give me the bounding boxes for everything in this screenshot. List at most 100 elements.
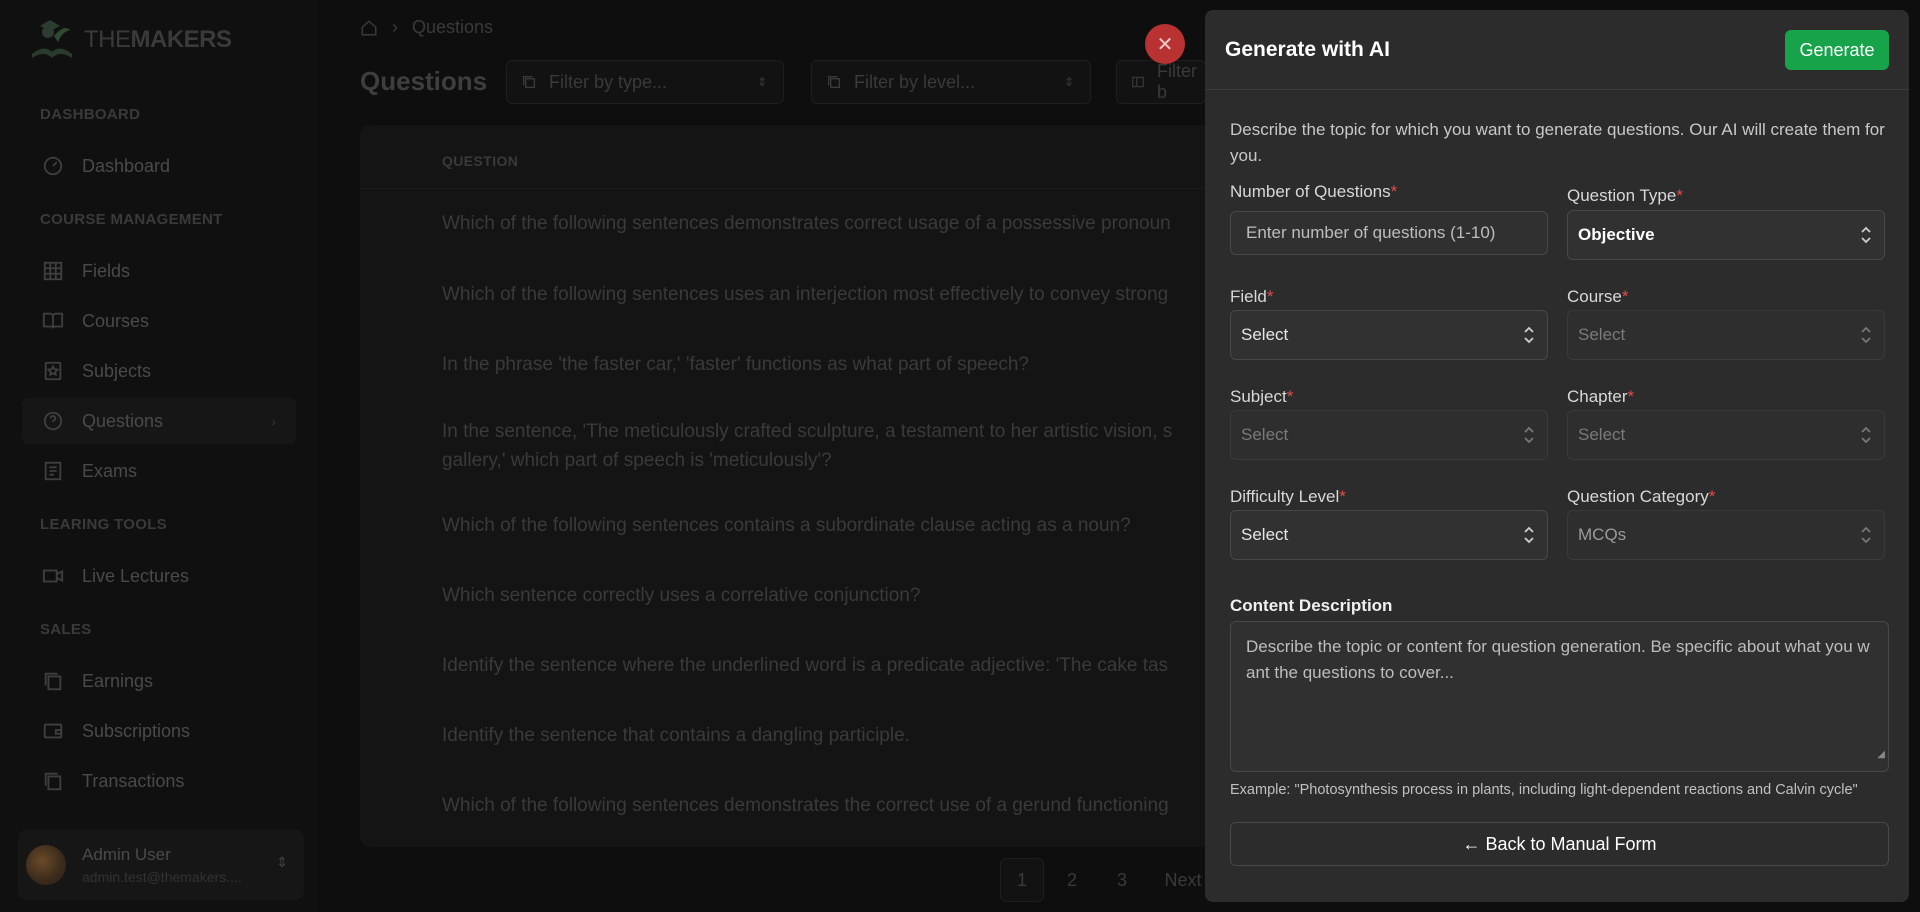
back-to-manual-form-button[interactable]: ← Back to Manual Form (1230, 822, 1889, 866)
sidebar-item-exams[interactable]: Exams (22, 448, 296, 494)
category-label: Question Category* (1567, 487, 1716, 506)
panel-header: Generate with AI Generate (1205, 10, 1909, 90)
course-select[interactable]: Select (1567, 310, 1885, 360)
home-icon[interactable] (360, 19, 378, 37)
chapter-label: Chapter* (1567, 387, 1635, 406)
section-learning-tools: LEARING TOOLS (40, 516, 167, 533)
sidebar: THEMAKERS DASHBOARD Dashboard COURSE MAN… (0, 0, 318, 912)
breadcrumb-current[interactable]: Questions (412, 17, 493, 38)
section-dashboard: DASHBOARD (40, 106, 141, 123)
content-description-placeholder: Describe the topic or content for questi… (1246, 637, 1870, 682)
page-title: Questions (360, 66, 488, 96)
subject-select[interactable]: Select (1230, 410, 1548, 460)
user-email: admin.test@themakers.... (82, 869, 242, 885)
sidebar-item-label: Courses (82, 310, 150, 331)
video-icon (42, 569, 64, 583)
page-button-1[interactable]: 1 (1000, 858, 1044, 902)
user-name: Admin User (82, 845, 171, 864)
filter-type-select[interactable]: Filter by type... ⇕ (506, 60, 784, 104)
sidebar-item-dashboard[interactable]: Dashboard (22, 143, 296, 189)
chevron-up-down-icon: ⇕ (756, 75, 767, 89)
sidebar-item-label: Dashboard (82, 155, 171, 176)
generate-ai-panel: Generate with AI Generate Describe the t… (1205, 10, 1909, 902)
sidebar-item-label: Questions (82, 410, 164, 431)
chapter-select[interactable]: Select (1567, 410, 1885, 460)
chevron-up-down-icon (1860, 525, 1872, 545)
sidebar-item-fields[interactable]: Fields (22, 248, 296, 294)
sidebar-item-questions[interactable]: Questions › (22, 398, 296, 444)
user-menu[interactable]: Admin User admin.test@themakers.... ⇕ (18, 830, 304, 900)
page-button-3[interactable]: 3 (1100, 858, 1144, 902)
chevron-up-down-icon (1523, 525, 1535, 545)
example-hint: Example: "Photosynthesis process in plan… (1230, 782, 1858, 798)
filter-type-placeholder: Filter by type... (549, 71, 668, 92)
field-select[interactable]: Select (1230, 310, 1548, 360)
field-value: Select (1241, 325, 1289, 344)
gauge-icon (43, 156, 63, 176)
num-questions-placeholder: Enter number of questions (1-10) (1246, 223, 1496, 242)
chevron-up-down-icon (1523, 425, 1535, 445)
content-description-textarea[interactable]: Describe the topic or content for questi… (1230, 621, 1889, 772)
layers-icon (828, 76, 840, 88)
next-page-button[interactable]: Next (1160, 858, 1206, 902)
subject-label: Subject* (1230, 387, 1294, 406)
section-course-management: COURSE MANAGEMENT (40, 211, 223, 228)
course-label: Course* (1567, 287, 1629, 306)
panel-title: Generate with AI (1225, 38, 1390, 61)
category-select[interactable]: MCQs (1567, 510, 1885, 560)
sidebar-item-label: Fields (82, 260, 131, 281)
section-sales: SALES (40, 621, 92, 638)
sidebar-item-earnings[interactable]: Earnings (22, 658, 296, 704)
difficulty-select[interactable]: Select (1230, 510, 1548, 560)
book-open-icon (42, 312, 64, 329)
sidebar-item-label: Live Lectures (82, 565, 190, 586)
resize-handle-icon[interactable]: ◢ (1877, 742, 1885, 768)
logo-icon (32, 20, 72, 58)
grid-icon (43, 261, 63, 281)
chapter-value: Select (1578, 425, 1626, 444)
sidebar-item-subscriptions[interactable]: Subscriptions (22, 708, 296, 754)
brand-name: THEMAKERS (84, 26, 232, 53)
filter-level-placeholder: Filter by level... (854, 71, 976, 92)
filter-level-select[interactable]: Filter by level... ⇕ (811, 60, 1091, 104)
columns-icon (1132, 76, 1144, 88)
column-header-question[interactable]: QUESTION (442, 153, 518, 169)
chevron-up-down-icon: ⇕ (276, 854, 288, 870)
difficulty-value: Select (1241, 525, 1289, 544)
num-questions-label: Number of Questions* (1230, 182, 1398, 201)
bookmark-icon (44, 361, 62, 381)
course-value: Select (1578, 325, 1626, 344)
sidebar-item-live-lectures[interactable]: Live Lectures (22, 553, 296, 599)
layers-icon (523, 76, 535, 88)
chevron-up-down-icon (1860, 225, 1872, 245)
sidebar-item-label: Exams (82, 460, 138, 481)
chevron-up-down-icon (1523, 325, 1535, 345)
avatar (26, 845, 66, 885)
breadcrumb: › Questions (360, 17, 493, 38)
sidebar-item-label: Subjects (82, 360, 152, 381)
question-type-select[interactable]: Objective (1567, 210, 1885, 260)
question-type-value: Objective (1578, 225, 1655, 244)
chevron-up-down-icon: ⇕ (1063, 75, 1074, 89)
num-questions-input[interactable]: Enter number of questions (1-10) (1230, 211, 1548, 255)
chevron-up-down-icon (1860, 325, 1872, 345)
chevron-up-down-icon (1860, 425, 1872, 445)
filter-third-select[interactable]: Filter b (1116, 60, 1206, 104)
close-button[interactable]: ✕ (1145, 24, 1185, 64)
page-button-2[interactable]: 2 (1050, 858, 1094, 902)
brand-logo[interactable]: THEMAKERS (24, 14, 232, 66)
sidebar-item-courses[interactable]: Courses (22, 298, 296, 344)
close-icon: ✕ (1156, 33, 1174, 56)
breadcrumb-separator-icon: › (392, 17, 398, 37)
copy-icon (44, 672, 62, 691)
chevron-right-icon: › (271, 413, 276, 429)
document-icon (44, 461, 62, 481)
subject-value: Select (1241, 425, 1289, 444)
sidebar-item-label: Subscriptions (82, 720, 191, 741)
filter-third-placeholder: Filter b (1156, 61, 1197, 102)
sidebar-item-transactions[interactable]: Transactions (22, 758, 296, 804)
help-circle-icon (43, 411, 63, 431)
panel-intro-text: Describe the topic for which you want to… (1230, 120, 1885, 165)
generate-button[interactable]: Generate (1785, 30, 1889, 70)
sidebar-item-subjects[interactable]: Subjects (22, 348, 296, 394)
